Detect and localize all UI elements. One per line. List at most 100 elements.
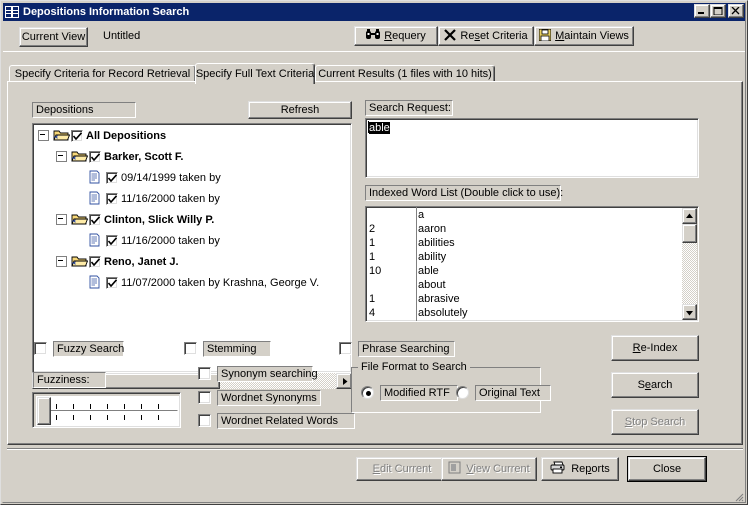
file-format-legend: File Format to Search: [358, 361, 470, 373]
close-button-footer[interactable]: Close: [628, 457, 706, 481]
tree-item[interactable]: 09/14/1999 taken by: [74, 169, 221, 186]
refresh-button[interactable]: Refresh: [248, 101, 352, 119]
tree-item-checkbox[interactable]: [89, 255, 101, 268]
document-view-icon: [448, 461, 461, 477]
view-current-label: View Current: [466, 463, 530, 475]
tree-item-checkbox[interactable]: [106, 234, 118, 247]
radio-dot: [366, 391, 371, 396]
stemming-checkbox[interactable]: [184, 342, 197, 355]
tree-item[interactable]: Reno, Janet J.: [56, 253, 179, 270]
re-index-button[interactable]: Re-Index: [611, 335, 699, 361]
tree-item[interactable]: 11/16/2000 taken by: [74, 190, 220, 207]
resize-grip[interactable]: [732, 490, 744, 502]
footer-separator: [7, 448, 743, 450]
tab-specify-full-text-criteria[interactable]: Specify Full Text Criteria: [195, 63, 315, 84]
original-text-radio[interactable]: [456, 386, 469, 399]
modified-rtf-label: Modified RTF: [380, 385, 458, 401]
refresh-label: Refresh: [280, 104, 320, 116]
current-view-button[interactable]: Current View: [19, 27, 88, 47]
tree-item-checkbox[interactable]: [89, 213, 101, 226]
word-list-row[interactable]: a: [366, 209, 698, 223]
maintain-views-button[interactable]: Maintain Views: [534, 26, 634, 46]
tree-item[interactable]: Clinton, Slick Willy P.: [56, 211, 214, 228]
modified-rtf-radio[interactable]: [361, 386, 374, 399]
application-window: Depositions Information Search Current V…: [0, 0, 748, 505]
search-request-input[interactable]: able: [365, 118, 699, 178]
minimize-button[interactable]: [694, 4, 710, 18]
window-controls: [694, 4, 744, 18]
reset-criteria-button[interactable]: Reset Criteria: [438, 26, 534, 46]
word-term: a: [418, 209, 425, 221]
scroll-right-button[interactable]: [336, 373, 352, 389]
close-button[interactable]: [728, 4, 744, 18]
current-view-label: Current View: [21, 31, 86, 43]
slider-tick: [107, 404, 108, 409]
tree-item[interactable]: All Depositions: [38, 127, 166, 144]
tree-item-label: 11/16/2000 taken by: [121, 234, 220, 247]
tree-item[interactable]: 11/07/2000 taken by Krashna, George V.: [74, 274, 319, 291]
tree-item-checkbox[interactable]: [106, 171, 118, 184]
tree-expander[interactable]: [56, 214, 67, 225]
stemming-label: Stemming: [203, 341, 271, 357]
search-label: Search: [637, 379, 673, 391]
tree-item-checkbox[interactable]: [71, 129, 83, 142]
slider-tick: [56, 415, 57, 420]
word-list-row[interactable]: 2 aaron: [366, 223, 698, 237]
fuzzy-search-label: Fuzzy Search: [53, 341, 124, 357]
word-count: 10: [369, 265, 382, 277]
tab-label: Current Results (1 files with 10 hits): [318, 68, 492, 80]
word-list-row[interactable]: 10 able: [366, 265, 698, 279]
requery-label: Requery: [384, 30, 426, 42]
fuzziness-slider[interactable]: [32, 392, 181, 428]
slider-thumb[interactable]: [37, 397, 51, 425]
word-list-row[interactable]: 1 abilities: [366, 237, 698, 251]
scroll-down-button[interactable]: [682, 304, 697, 320]
fuzzy-search-checkbox[interactable]: [34, 342, 47, 355]
synonym-searching-label: Synonym searching: [217, 366, 318, 382]
requery-button[interactable]: Requery: [354, 26, 438, 46]
tree-expander[interactable]: [56, 151, 67, 162]
tree-item-checkbox[interactable]: [106, 276, 118, 289]
indexed-word-list[interactable]: a 2 aaron 1 abilities 1 ability 10 able abou…: [365, 206, 699, 322]
x-mark-icon: [444, 28, 457, 44]
search-button[interactable]: Search: [611, 372, 699, 398]
word-list-row[interactable]: about: [366, 279, 698, 293]
slider-tick: [73, 404, 74, 409]
tab-label: Specify Criteria for Record Retrieval: [14, 68, 191, 80]
maximize-button[interactable]: [710, 4, 726, 18]
edit-current-button: Edit Current: [356, 457, 448, 481]
tree-item[interactable]: 11/16/2000 taken by: [74, 232, 220, 249]
tree-expander[interactable]: [56, 256, 67, 267]
word-term: aaron: [418, 223, 447, 235]
word-list-row[interactable]: 1 ability: [366, 251, 698, 265]
close-label: Close: [652, 463, 682, 475]
maintain-views-label: Maintain Views: [555, 30, 629, 42]
phrase-searching-checkbox[interactable]: [339, 342, 352, 355]
wordnet-synonyms-checkbox[interactable]: [198, 391, 211, 404]
tree-item-label: 09/14/1999 taken by: [121, 171, 221, 184]
document-icon: [88, 233, 105, 248]
synonym-searching-checkbox[interactable]: [198, 367, 211, 380]
wordnet-related-checkbox[interactable]: [198, 414, 211, 427]
word-list-row[interactable]: 4 absolutely: [366, 307, 698, 321]
scrollbar-thumb[interactable]: [682, 224, 697, 243]
tree-expander[interactable]: [38, 130, 49, 141]
depositions-tree[interactable]: All Depositions Barker, Scott F. 09/14/1…: [32, 123, 352, 373]
table-grid-icon: [4, 5, 20, 19]
original-text-label: Original Text: [475, 385, 551, 401]
word-list-row[interactable]: 1 abrasive: [366, 293, 698, 307]
tab-current-results[interactable]: Current Results (1 files with 10 hits): [315, 65, 495, 82]
scroll-up-button[interactable]: [682, 208, 697, 224]
word-list-vertical-scrollbar[interactable]: [682, 208, 698, 320]
slider-track-area: [36, 396, 179, 426]
slider-tick: [158, 415, 159, 420]
reports-button[interactable]: Reports: [541, 457, 619, 481]
tab-specify-criteria-record-retrieval[interactable]: Specify Criteria for Record Retrieval: [9, 65, 196, 82]
slider-tick: [141, 404, 142, 409]
word-term: about: [418, 279, 446, 291]
title-bar[interactable]: Depositions Information Search: [3, 3, 745, 21]
tree-item-checkbox[interactable]: [89, 150, 101, 163]
tree-item[interactable]: Barker, Scott F.: [56, 148, 183, 165]
tree-item-checkbox[interactable]: [106, 192, 118, 205]
slider-tick: [56, 404, 57, 409]
